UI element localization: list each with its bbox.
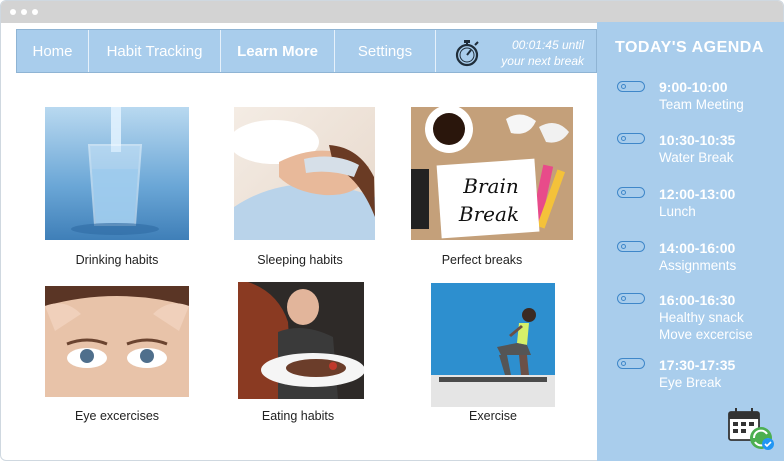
calendar-sync-icon — [728, 408, 774, 450]
agenda-sidebar: TODAY'S AGENDA 9:00-10:00 Team Meeting 1… — [597, 22, 784, 461]
nav-settings[interactable]: Settings — [335, 30, 436, 72]
agenda-desc-4: Assignments — [659, 258, 737, 273]
timer-text: 00:01:45 until your next break — [501, 37, 584, 69]
agenda-time-3: 12:00-13:00 — [659, 186, 736, 202]
timer-countdown: 00:01:45 until — [511, 38, 584, 52]
calendar-sync-button[interactable] — [727, 407, 777, 460]
agenda-toggle-1[interactable] — [617, 81, 645, 92]
nav-learn-more[interactable]: Learn More — [221, 30, 335, 72]
agenda-toggle-6[interactable] — [617, 358, 645, 369]
agenda-desc-5b: Move excercise — [659, 327, 753, 342]
agenda-time-2: 10:30-10:35 — [659, 132, 736, 148]
card-caption: Eye excercises — [74, 409, 160, 423]
eating-habits-image — [238, 282, 364, 399]
agenda-time-5: 16:00-16:30 — [659, 292, 736, 308]
agenda-toggle-3[interactable] — [617, 187, 645, 198]
eye-excercises-image — [45, 286, 189, 397]
note-text-break: Break — [458, 202, 519, 226]
card-caption: Eating habits — [261, 409, 335, 423]
stopwatch-icon — [455, 40, 479, 67]
agenda-desc-2: Water Break — [659, 150, 734, 165]
title-bar — [1, 1, 783, 23]
agenda-toggle-5[interactable] — [617, 293, 645, 304]
agenda-desc-5: Healthy snack — [659, 310, 744, 325]
timer-subtext: your next break — [501, 54, 584, 68]
agenda-desc-6: Eye Break — [659, 375, 722, 390]
main-nav: Home Habit Tracking Learn More Settings … — [16, 29, 597, 73]
agenda-toggle-4[interactable] — [617, 241, 645, 252]
agenda-title: TODAY'S AGENDA — [615, 39, 764, 56]
card-caption: Sleeping habits — [257, 253, 343, 267]
agenda-time-1: 9:00-10:00 — [659, 79, 728, 95]
agenda-time-6: 17:30-17:35 — [659, 357, 736, 373]
agenda-toggle-2[interactable] — [617, 133, 645, 144]
agenda-desc-3: Lunch — [659, 204, 696, 219]
agenda-time-4: 14:00-16:00 — [659, 240, 736, 256]
card-caption: Perfect breaks — [441, 253, 523, 267]
agenda-desc-1: Team Meeting — [659, 97, 744, 112]
note-text-brain: Brain — [462, 174, 518, 198]
perfect-breaks-image: Brain Break — [411, 107, 573, 240]
exercise-image — [431, 283, 555, 407]
nav-habit-tracking[interactable]: Habit Tracking — [89, 30, 221, 72]
card-caption: Drinking habits — [75, 253, 159, 267]
drinking-habits-image — [45, 107, 189, 240]
window-dot-close[interactable] — [10, 9, 16, 15]
window-dot-minimize[interactable] — [21, 9, 27, 15]
break-timer: 00:01:45 until your next break — [436, 30, 596, 72]
sleeping-habits-image — [234, 107, 375, 240]
window-dot-maximize[interactable] — [32, 9, 38, 15]
card-caption: Exercise — [469, 409, 517, 423]
nav-home[interactable]: Home — [17, 30, 89, 72]
